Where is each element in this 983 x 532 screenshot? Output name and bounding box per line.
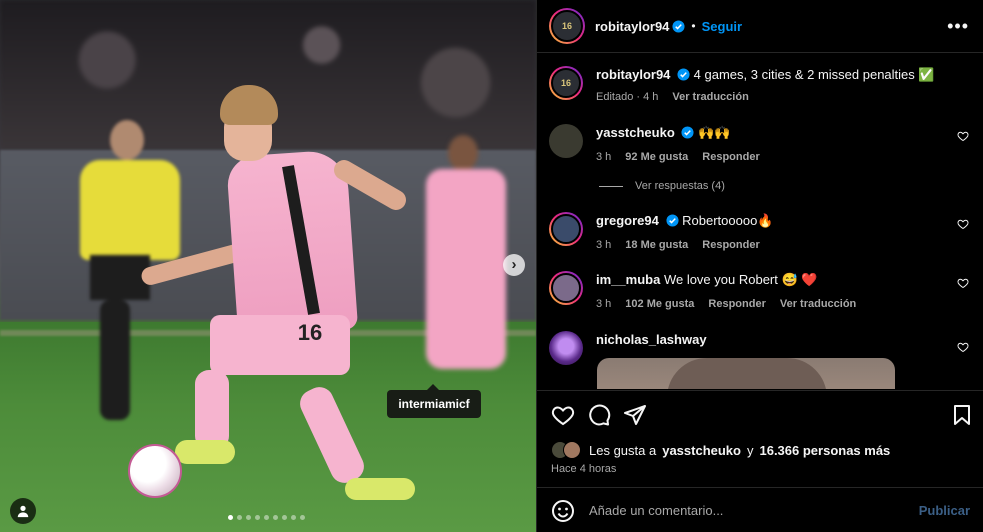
- caption-username[interactable]: robitaylor94: [596, 67, 670, 82]
- comment-text: Robertooooo🔥: [682, 213, 774, 228]
- comment-text: 🙌🙌: [698, 125, 731, 140]
- carousel-indicator: [228, 515, 305, 520]
- post-time: Hace 4 horas: [551, 463, 617, 475]
- verified-badge-icon: [677, 68, 690, 81]
- heart-outline-icon[interactable]: [957, 341, 969, 353]
- likes-count[interactable]: 16.366 personas más: [759, 443, 890, 458]
- commenter-avatar[interactable]: [549, 212, 583, 246]
- commenter-avatar[interactable]: [549, 331, 583, 365]
- caption-translate-link[interactable]: Ver traducción: [672, 89, 748, 106]
- user-tag-label[interactable]: intermiamicf: [387, 384, 481, 418]
- carousel-dot: [255, 515, 260, 520]
- chevron-right-icon: ›: [511, 256, 517, 273]
- background-player-figure: [420, 135, 510, 375]
- carousel-dot: [237, 515, 242, 520]
- caption-avatar[interactable]: 16: [549, 66, 583, 100]
- carousel-dot: [300, 515, 305, 520]
- commenter-avatar[interactable]: [549, 124, 583, 158]
- comment-time: 3 h: [596, 298, 612, 310]
- caption-text: 4 games, 3 cities & 2 missed penalties ✅: [693, 67, 935, 82]
- likes-middle: y: [746, 442, 754, 458]
- comment-image-preview[interactable]: [597, 358, 895, 389]
- comment-composer: Añade un comentario... Publicar: [537, 489, 983, 532]
- heart-outline-icon[interactable]: [957, 130, 969, 142]
- comment-text: We love you Robert 😅 ❤️: [663, 272, 818, 287]
- likes-prefix: Les gusta a: [589, 442, 657, 458]
- view-replies-button[interactable]: Ver respuestas (4): [599, 180, 725, 192]
- carousel-dot: [291, 515, 296, 520]
- jersey-number: 16: [297, 320, 323, 345]
- replies-divider: [599, 185, 623, 187]
- comment-likes[interactable]: 18 Me gusta: [625, 237, 688, 254]
- carousel-dot: [246, 515, 251, 520]
- likes-summary[interactable]: Les gusta a yasstcheuko y 16.366 persona…: [551, 441, 890, 459]
- post-media[interactable]: 16 › intermiamicf: [0, 0, 536, 532]
- commenter-avatar[interactable]: [549, 271, 583, 305]
- publish-button[interactable]: Publicar: [919, 503, 970, 518]
- reply-button[interactable]: Responder: [708, 296, 765, 313]
- reply-button[interactable]: Responder: [702, 149, 759, 166]
- carousel-dot: [273, 515, 278, 520]
- paper-plane-icon[interactable]: [623, 403, 647, 427]
- caption-row: 16 robitaylor94 4 games, 3 cities & 2 mi…: [549, 66, 969, 116]
- more-options-button[interactable]: •••: [947, 16, 969, 37]
- person-icon: [17, 505, 29, 518]
- verified-badge-icon: [672, 19, 685, 33]
- heart-outline-icon[interactable]: [957, 218, 969, 230]
- post-side-panel: 16 robitaylor94 • Seguir ••• 16 robitayl…: [536, 0, 983, 532]
- comment-bubble-icon[interactable]: [587, 403, 611, 427]
- comment-row: yasstcheuko 🙌🙌 3 h 92 Me gusta Responder: [549, 124, 969, 184]
- heart-outline-icon[interactable]: [957, 277, 969, 289]
- comment-row: im__muba We love you Robert 😅 ❤️ 3 h 102…: [549, 271, 969, 321]
- post-actions-bar: Les gusta a yasstcheuko y 16.366 persona…: [537, 390, 983, 488]
- soccer-ball: [128, 444, 182, 498]
- comment-time: 3 h: [596, 151, 612, 163]
- author-username[interactable]: robitaylor94: [595, 19, 669, 34]
- next-slide-button[interactable]: ›: [503, 254, 525, 276]
- user-tags-button[interactable]: [10, 498, 36, 524]
- verified-badge-icon: [665, 214, 679, 227]
- reply-button[interactable]: Responder: [702, 237, 759, 254]
- comment-input[interactable]: Añade un comentario...: [589, 503, 919, 518]
- smiley-icon[interactable]: [551, 499, 575, 523]
- header-separator: •: [691, 19, 696, 33]
- carousel-dot: [282, 515, 287, 520]
- carousel-dot: [228, 515, 233, 520]
- comments-list[interactable]: 16 robitaylor94 4 games, 3 cities & 2 mi…: [537, 54, 983, 389]
- bookmark-icon[interactable]: [950, 403, 974, 427]
- more-horizontal-icon: •••: [947, 16, 969, 36]
- comment-row: gregore94 Robertooooo🔥 3 h 18 Me gusta R…: [549, 212, 969, 262]
- liker-avatars: [551, 441, 581, 459]
- translate-link[interactable]: Ver traducción: [780, 296, 856, 313]
- verified-badge-icon: [681, 126, 694, 139]
- comment-likes[interactable]: 92 Me gusta: [625, 149, 688, 166]
- follow-button[interactable]: Seguir: [702, 19, 742, 34]
- author-avatar[interactable]: 16: [549, 8, 585, 44]
- heart-outline-icon[interactable]: [551, 403, 575, 427]
- comment-username[interactable]: im__muba: [596, 272, 660, 287]
- comment-username[interactable]: yasstcheuko: [596, 125, 675, 140]
- comment-username[interactable]: gregore94: [596, 213, 659, 228]
- post-header: 16 robitaylor94 • Seguir •••: [537, 0, 983, 53]
- carousel-dot: [264, 515, 269, 520]
- comment-username[interactable]: nicholas_lashway: [596, 332, 707, 347]
- player-figure: 16: [139, 85, 420, 505]
- caption-edited-time: Editado · 4 h: [596, 91, 659, 103]
- likes-user[interactable]: yasstcheuko: [662, 443, 741, 458]
- comment-likes[interactable]: 102 Me gusta: [625, 296, 694, 313]
- comment-time: 3 h: [596, 239, 612, 251]
